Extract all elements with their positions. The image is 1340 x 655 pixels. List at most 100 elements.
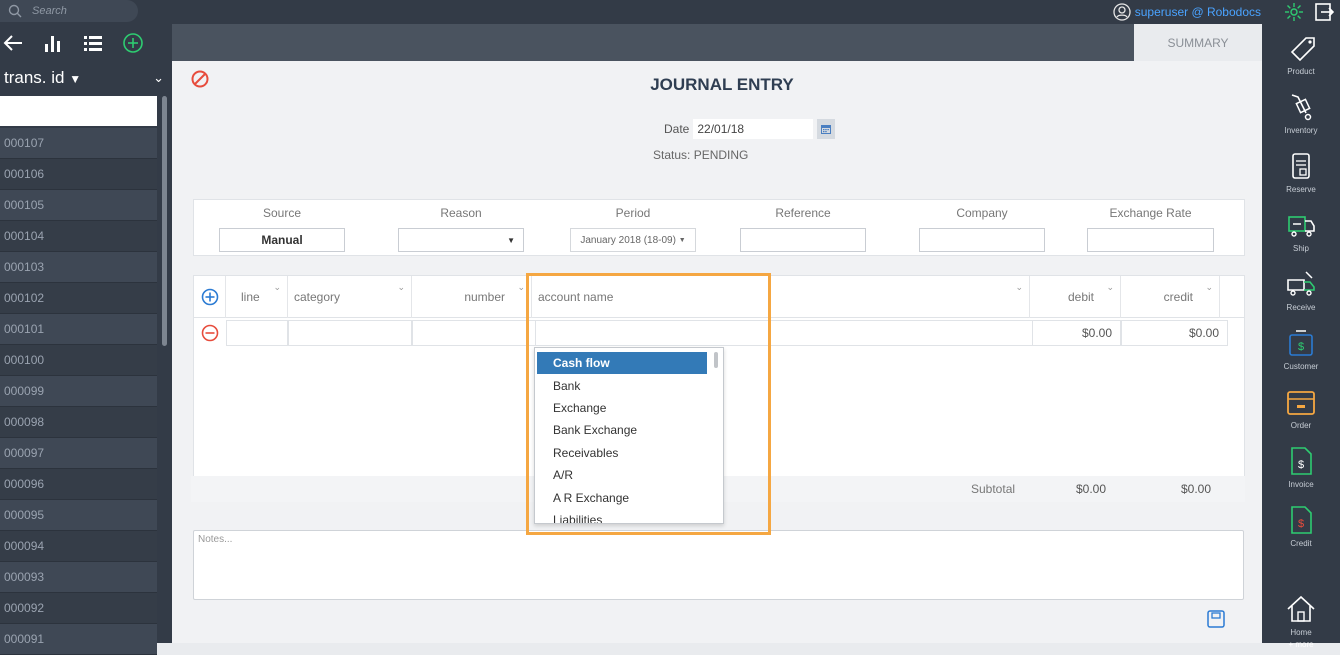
nav-invoice[interactable]: $ Invoice bbox=[1262, 437, 1340, 496]
number-cell[interactable] bbox=[412, 320, 536, 346]
date-label: Date bbox=[664, 122, 690, 136]
list-item[interactable]: 000096 bbox=[0, 469, 157, 500]
svg-text:$: $ bbox=[1298, 341, 1304, 353]
company-field[interactable] bbox=[919, 228, 1045, 252]
col-category[interactable]: category ⌄ bbox=[288, 276, 412, 318]
list-item[interactable]: 000100 bbox=[0, 345, 157, 376]
list-item[interactable]: 000106 bbox=[0, 159, 157, 190]
calendar-icon[interactable] bbox=[817, 119, 836, 139]
nav-label: Credit bbox=[1290, 538, 1312, 548]
list-item[interactable]: 000101 bbox=[0, 314, 157, 345]
gear-icon[interactable] bbox=[1284, 2, 1304, 22]
list-item[interactable]: 000103 bbox=[0, 252, 157, 283]
chevron-down-icon: ⌄ bbox=[1106, 282, 1114, 292]
nav-receive[interactable]: Receive bbox=[1262, 260, 1340, 319]
nav-credit[interactable]: $ Credit bbox=[1262, 496, 1340, 555]
list-item[interactable]: 000105 bbox=[0, 190, 157, 221]
global-search[interactable]: Search bbox=[0, 0, 138, 22]
focus-highlight bbox=[526, 273, 771, 535]
list-item[interactable]: 000104 bbox=[0, 221, 157, 252]
source-field[interactable]: Manual bbox=[219, 228, 345, 252]
list-item[interactable]: 000095 bbox=[0, 500, 157, 531]
col-line-label: line bbox=[241, 290, 260, 304]
back-arrow-icon[interactable] bbox=[2, 32, 24, 54]
chevron-down-icon: ⌄ bbox=[273, 282, 281, 292]
col-line[interactable]: line ⌄ bbox=[226, 276, 288, 318]
ship-icon bbox=[1288, 215, 1315, 237]
list-item[interactable]: 000093 bbox=[0, 562, 157, 593]
caret-down-icon: ▼ bbox=[678, 236, 686, 244]
list-search-input[interactable] bbox=[0, 96, 157, 126]
date-field[interactable] bbox=[693, 119, 814, 139]
list-item[interactable]: 000092 bbox=[0, 593, 157, 624]
transaction-list: 000107 000106 000105 000104 000103 000102 0001… bbox=[0, 128, 172, 655]
list-item[interactable]: 000094 bbox=[0, 531, 157, 562]
nav-inventory[interactable]: Inventory bbox=[1262, 83, 1340, 142]
status-text: Status: PENDING bbox=[653, 148, 749, 162]
chevron-down-icon[interactable]: ⌄ bbox=[153, 70, 164, 86]
category-cell[interactable] bbox=[288, 320, 412, 346]
tab-summary[interactable]: SUMMARY bbox=[1134, 24, 1262, 61]
nav-label: Receive bbox=[1286, 302, 1316, 312]
list-item[interactable]: 000107 bbox=[0, 128, 157, 159]
nav-label: Ship bbox=[1292, 243, 1309, 253]
nav-label: Inventory bbox=[1284, 125, 1318, 135]
list-icon[interactable] bbox=[82, 32, 104, 54]
col-credit[interactable]: credit ⌄ bbox=[1121, 276, 1220, 318]
list-scrollbar[interactable] bbox=[162, 96, 167, 346]
svg-text:$: $ bbox=[1298, 459, 1304, 471]
list-item[interactable]: 000091 bbox=[0, 624, 157, 655]
receive-icon bbox=[1287, 270, 1315, 296]
reference-field[interactable] bbox=[740, 228, 866, 252]
list-item[interactable]: 000097 bbox=[0, 438, 157, 469]
search-icon bbox=[8, 4, 22, 18]
col-debit-label: debit bbox=[1067, 290, 1094, 304]
home-icon bbox=[1287, 595, 1315, 622]
notes-field[interactable]: Notes... bbox=[193, 530, 1244, 600]
logout-icon[interactable] bbox=[1314, 2, 1334, 22]
reference-column: Reference bbox=[740, 206, 866, 252]
chevron-down-icon: ⌄ bbox=[397, 282, 405, 292]
remove-line-icon[interactable] bbox=[194, 320, 226, 346]
add-line-icon[interactable] bbox=[194, 276, 226, 318]
exchange-rate-field[interactable] bbox=[1087, 228, 1214, 252]
exchange-rate-label: Exchange Rate bbox=[1109, 206, 1192, 220]
nav-order[interactable]: Order bbox=[1262, 378, 1340, 437]
more-link[interactable]: + more bbox=[1262, 640, 1340, 649]
line-cell[interactable] bbox=[226, 320, 288, 346]
nav-customer[interactable]: $ Customer bbox=[1262, 319, 1340, 378]
nav-label: Order bbox=[1290, 420, 1312, 430]
subtotal-label: Subtotal bbox=[971, 482, 1016, 496]
subtotal-debit: $0.00 bbox=[1076, 482, 1107, 496]
right-nav: Product Inventory Reserve Ship Receive $ Custo… bbox=[1262, 24, 1340, 649]
nav-label: Reserve bbox=[1286, 184, 1316, 194]
bar-chart-icon[interactable] bbox=[42, 32, 64, 54]
save-icon[interactable] bbox=[1206, 610, 1226, 628]
sort-filter[interactable]: trans. id ▼ ⌄ bbox=[0, 62, 172, 94]
reason-column: Reason ▼ bbox=[398, 206, 524, 252]
col-debit[interactable]: debit ⌄ bbox=[1030, 276, 1121, 318]
nav-label: Product bbox=[1287, 66, 1315, 76]
debit-cell[interactable]: $0.00 bbox=[1032, 320, 1121, 346]
exchange-rate-column: Exchange Rate bbox=[1087, 206, 1214, 252]
credit-cell[interactable]: $0.00 bbox=[1121, 320, 1228, 346]
customer-icon: $ bbox=[1289, 329, 1313, 356]
list-item[interactable]: 000098 bbox=[0, 407, 157, 438]
source-label: Source bbox=[262, 206, 302, 220]
list-item[interactable]: 000099 bbox=[0, 376, 157, 407]
nav-reserve[interactable]: Reserve bbox=[1262, 142, 1340, 201]
company-label: Company bbox=[956, 206, 1008, 220]
list-item[interactable]: 000102 bbox=[0, 283, 157, 314]
nav-product[interactable]: Product bbox=[1262, 24, 1340, 83]
main-tabstrip: SUMMARY bbox=[172, 24, 1262, 61]
nav-ship[interactable]: Ship bbox=[1262, 201, 1340, 260]
add-circle-icon[interactable] bbox=[122, 32, 144, 54]
period-select[interactable]: January 2018 (18-09) ▼ bbox=[570, 228, 696, 252]
nav-label: Home bbox=[1290, 627, 1312, 637]
reason-select[interactable]: ▼ bbox=[398, 228, 524, 252]
user-menu[interactable]: superuser @ Robodocs bbox=[1113, 3, 1261, 21]
nav-home[interactable]: Home bbox=[1262, 585, 1340, 644]
date-row: Date bbox=[664, 119, 836, 139]
chevron-down-icon: ⌄ bbox=[1015, 282, 1023, 292]
col-number[interactable]: number ⌄ bbox=[412, 276, 532, 318]
